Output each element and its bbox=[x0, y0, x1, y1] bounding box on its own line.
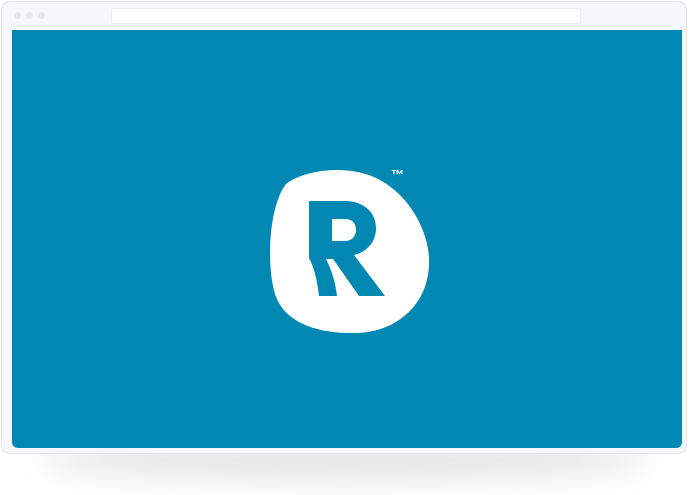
window-maximize-control[interactable] bbox=[38, 12, 45, 19]
trademark-symbol: ™ bbox=[391, 167, 405, 182]
browser-window: ™ bbox=[1, 1, 687, 454]
browser-titlebar bbox=[2, 2, 686, 30]
page-viewport: ™ bbox=[12, 30, 682, 448]
window-minimize-control[interactable] bbox=[26, 12, 33, 19]
window-close-control[interactable] bbox=[14, 12, 21, 19]
r-monogram-logo-icon bbox=[270, 170, 430, 334]
address-bar[interactable] bbox=[111, 8, 581, 24]
